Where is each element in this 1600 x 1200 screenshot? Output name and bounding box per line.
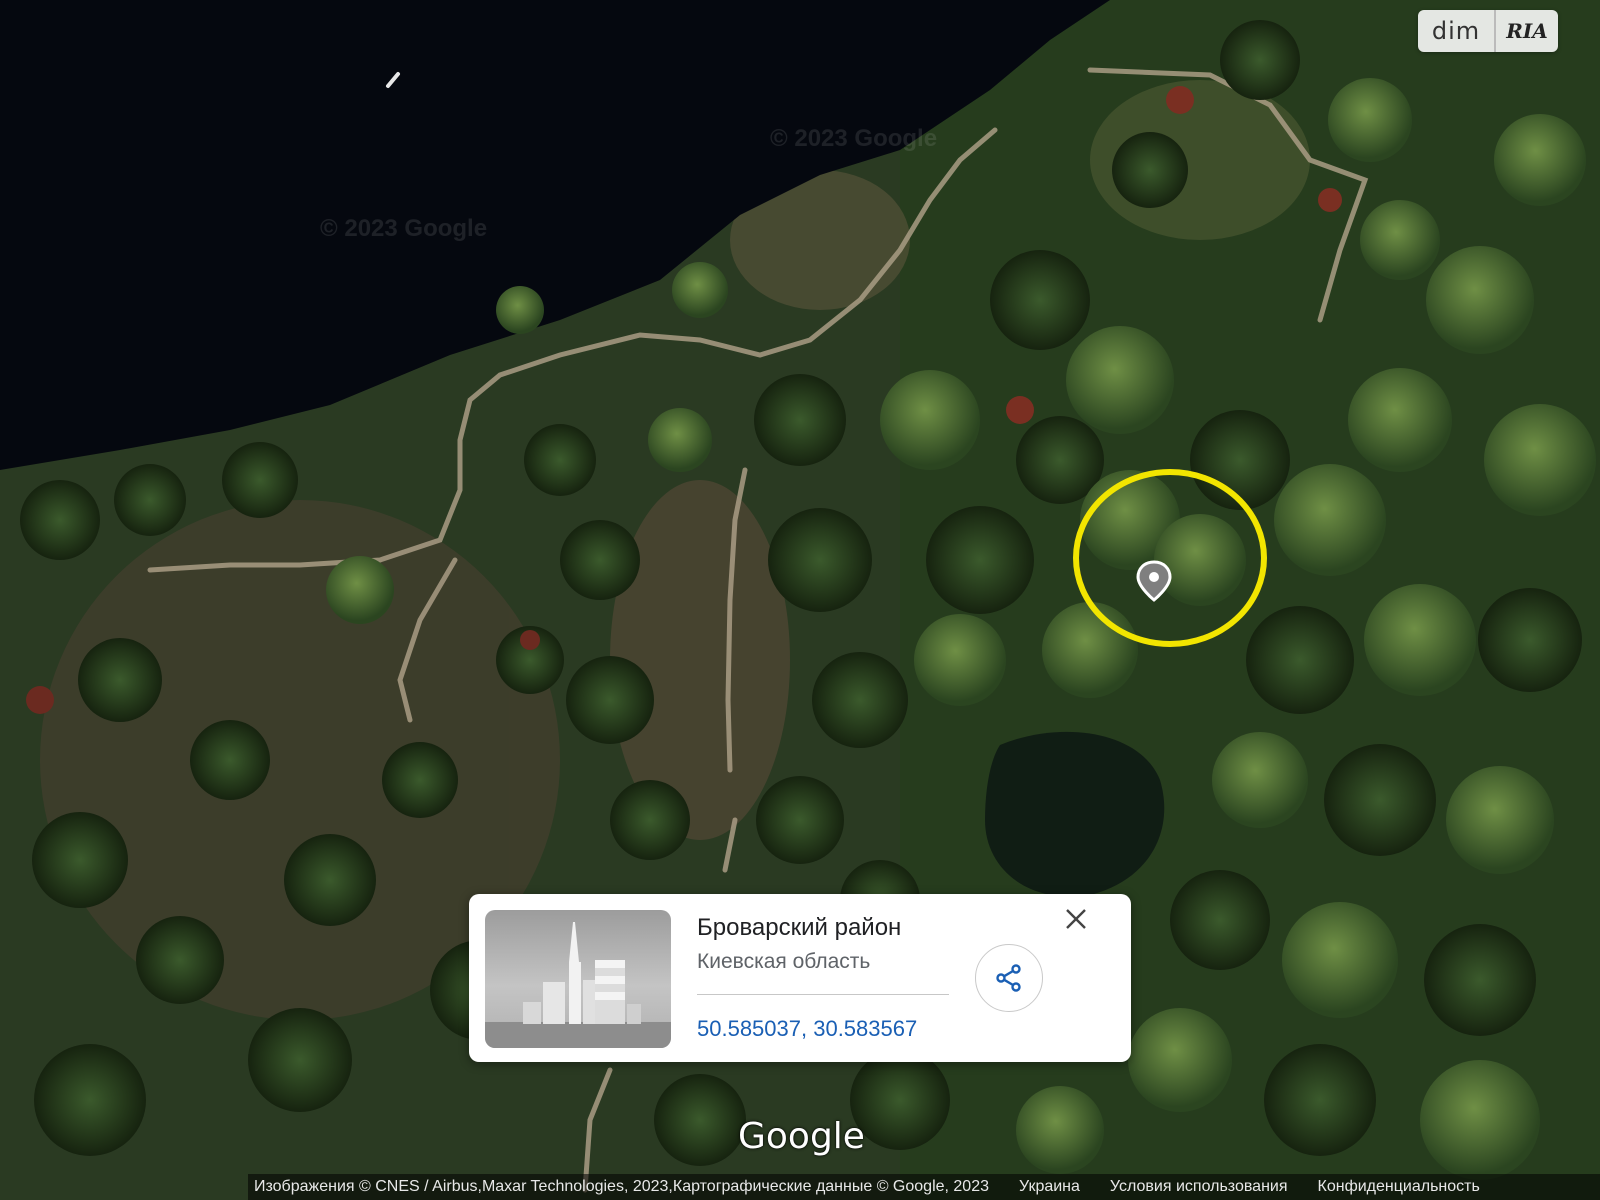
city-buildings-icon[interactable] xyxy=(485,910,671,1048)
map-copyright-faint-1: © 2023 Google xyxy=(320,215,487,242)
map-copyright-faint-2: © 2023 Google xyxy=(770,125,937,152)
close-icon xyxy=(1066,909,1086,929)
watermark-right: RIA xyxy=(1494,10,1558,52)
terms-link[interactable]: Условия использования xyxy=(1110,1178,1288,1196)
card-divider xyxy=(697,994,949,995)
coordinates-link[interactable]: 50.585037, 30.583567 xyxy=(697,1016,917,1042)
share-button[interactable] xyxy=(975,944,1043,1012)
place-info-card[interactable]: Броварский район Киевская область 50.585… xyxy=(469,894,1131,1062)
country-link[interactable]: Украина xyxy=(1019,1178,1080,1196)
watermark-left: dim xyxy=(1431,17,1481,45)
attribution-text: Изображения © CNES / Airbus,Maxar Techno… xyxy=(254,1178,989,1195)
google-logo: Google xyxy=(738,1116,865,1157)
share-icon xyxy=(996,964,1021,992)
map-footer: Изображения © CNES / Airbus,Maxar Techno… xyxy=(248,1174,1600,1200)
dim-ria-watermark: dim RIA xyxy=(1418,10,1558,52)
privacy-link[interactable]: Конфиденциальность xyxy=(1318,1178,1480,1196)
place-title: Броварский район xyxy=(697,914,902,941)
close-button[interactable] xyxy=(1059,902,1093,936)
place-region: Киевская область xyxy=(697,950,871,973)
